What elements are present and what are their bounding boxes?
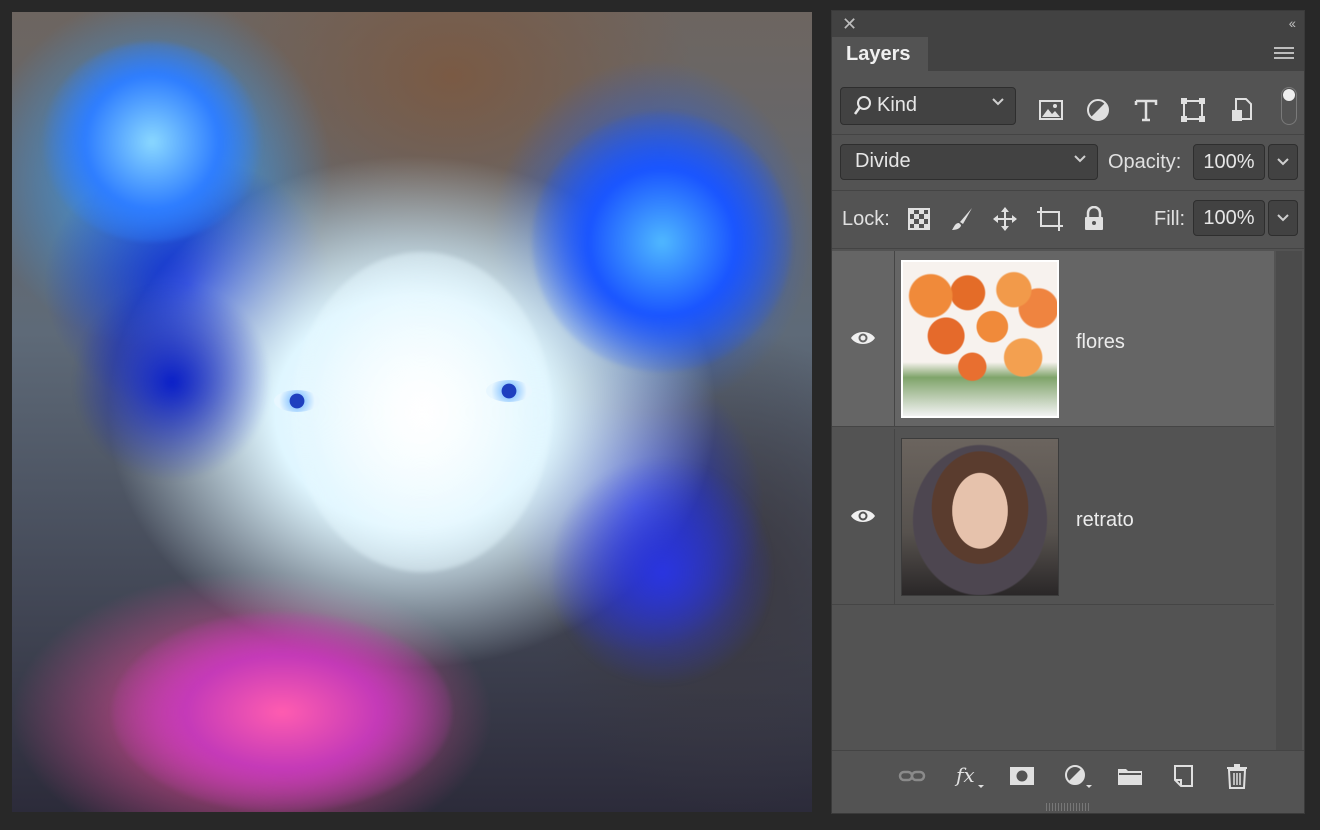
opacity-label: Opacity:	[1108, 151, 1182, 173]
search-icon	[853, 95, 873, 123]
canvas-art	[112, 612, 452, 812]
fill-input[interactable]: 100%	[1193, 200, 1265, 236]
blend-mode-value: Divide	[855, 150, 911, 172]
panel-menu-icon[interactable]	[1274, 47, 1294, 61]
svg-text:fx: fx	[954, 763, 975, 787]
divider	[832, 190, 1304, 191]
canvas-art	[486, 380, 532, 402]
visibility-column	[832, 429, 895, 604]
resize-grip[interactable]	[1046, 803, 1090, 811]
new-group-folder-icon[interactable]	[1116, 763, 1144, 789]
lock-all-icon[interactable]	[1082, 205, 1108, 232]
tab-layers[interactable]: Layers	[832, 37, 928, 71]
filter-kind-label: Kind	[877, 94, 918, 116]
pixel-layer-filter-icon[interactable]	[1036, 95, 1066, 125]
panel-footer: fx	[832, 750, 1304, 799]
divider	[832, 248, 1304, 249]
layer-style-fx-icon[interactable]: fx	[954, 763, 984, 789]
lock-artboard-icon[interactable]	[1036, 206, 1063, 232]
layer-thumbnail-retrato[interactable]	[901, 438, 1059, 596]
filter-toggle[interactable]	[1281, 87, 1297, 125]
link-layers-icon[interactable]	[898, 763, 926, 789]
canvas-art	[42, 42, 262, 242]
canvas-art	[552, 452, 772, 692]
smart-object-filter-icon[interactable]	[1227, 95, 1257, 125]
chevron-down-icon	[1073, 151, 1087, 167]
fill-label: Fill:	[1154, 208, 1186, 230]
document-canvas[interactable]	[12, 12, 812, 812]
lock-image-pixels-icon[interactable]	[950, 206, 976, 232]
visibility-eye-icon[interactable]	[850, 329, 876, 347]
canvas-art	[532, 112, 792, 372]
canvas-art	[72, 282, 272, 482]
opacity-input[interactable]: 100%	[1193, 144, 1265, 180]
chevron-down-icon	[1277, 158, 1289, 166]
layers-panel: ✕ ‹‹ Layers Kind Divide Opacity: 100% Lo…	[831, 10, 1305, 814]
layer-row-flores[interactable]: flores	[832, 251, 1274, 427]
new-layer-icon[interactable]	[1170, 763, 1198, 789]
layer-thumbnail-flores[interactable]	[901, 260, 1059, 418]
filter-kind-select[interactable]: Kind	[840, 87, 1016, 125]
adjustment-layer-filter-icon[interactable]	[1083, 95, 1113, 125]
panel-tab-row: Layers	[832, 37, 1304, 71]
lock-label: Lock:	[842, 208, 890, 230]
layers-scrollbar[interactable]	[1276, 251, 1302, 751]
layers-list: flores retrato	[832, 251, 1274, 605]
lock-transparent-pixels-icon[interactable]	[906, 206, 932, 232]
fill-dropdown-button[interactable]	[1268, 200, 1298, 236]
visibility-eye-icon[interactable]	[850, 507, 876, 525]
lock-position-icon[interactable]	[992, 206, 1018, 232]
add-mask-icon[interactable]	[1008, 763, 1036, 789]
layer-row-retrato[interactable]: retrato	[832, 429, 1274, 605]
delete-layer-trash-icon[interactable]	[1224, 763, 1252, 789]
layer-name-retrato[interactable]: retrato	[1076, 509, 1134, 532]
chevron-down-icon	[991, 94, 1005, 110]
chevron-down-icon	[1277, 214, 1289, 222]
divider	[832, 134, 1304, 135]
canvas-art	[292, 252, 552, 572]
type-layer-filter-icon[interactable]	[1131, 95, 1161, 125]
collapse-icon[interactable]: ‹‹	[1289, 15, 1296, 31]
panel-titlebar: ✕ ‹‹	[832, 11, 1304, 37]
new-adjustment-layer-icon[interactable]	[1062, 763, 1092, 789]
blend-mode-select[interactable]: Divide	[840, 144, 1098, 180]
shape-layer-filter-icon[interactable]	[1178, 95, 1208, 125]
canvas-art	[274, 390, 320, 412]
layer-name-flores[interactable]: flores	[1076, 331, 1125, 354]
opacity-dropdown-button[interactable]	[1268, 144, 1298, 180]
visibility-column	[832, 251, 895, 426]
close-icon[interactable]: ✕	[842, 14, 857, 35]
